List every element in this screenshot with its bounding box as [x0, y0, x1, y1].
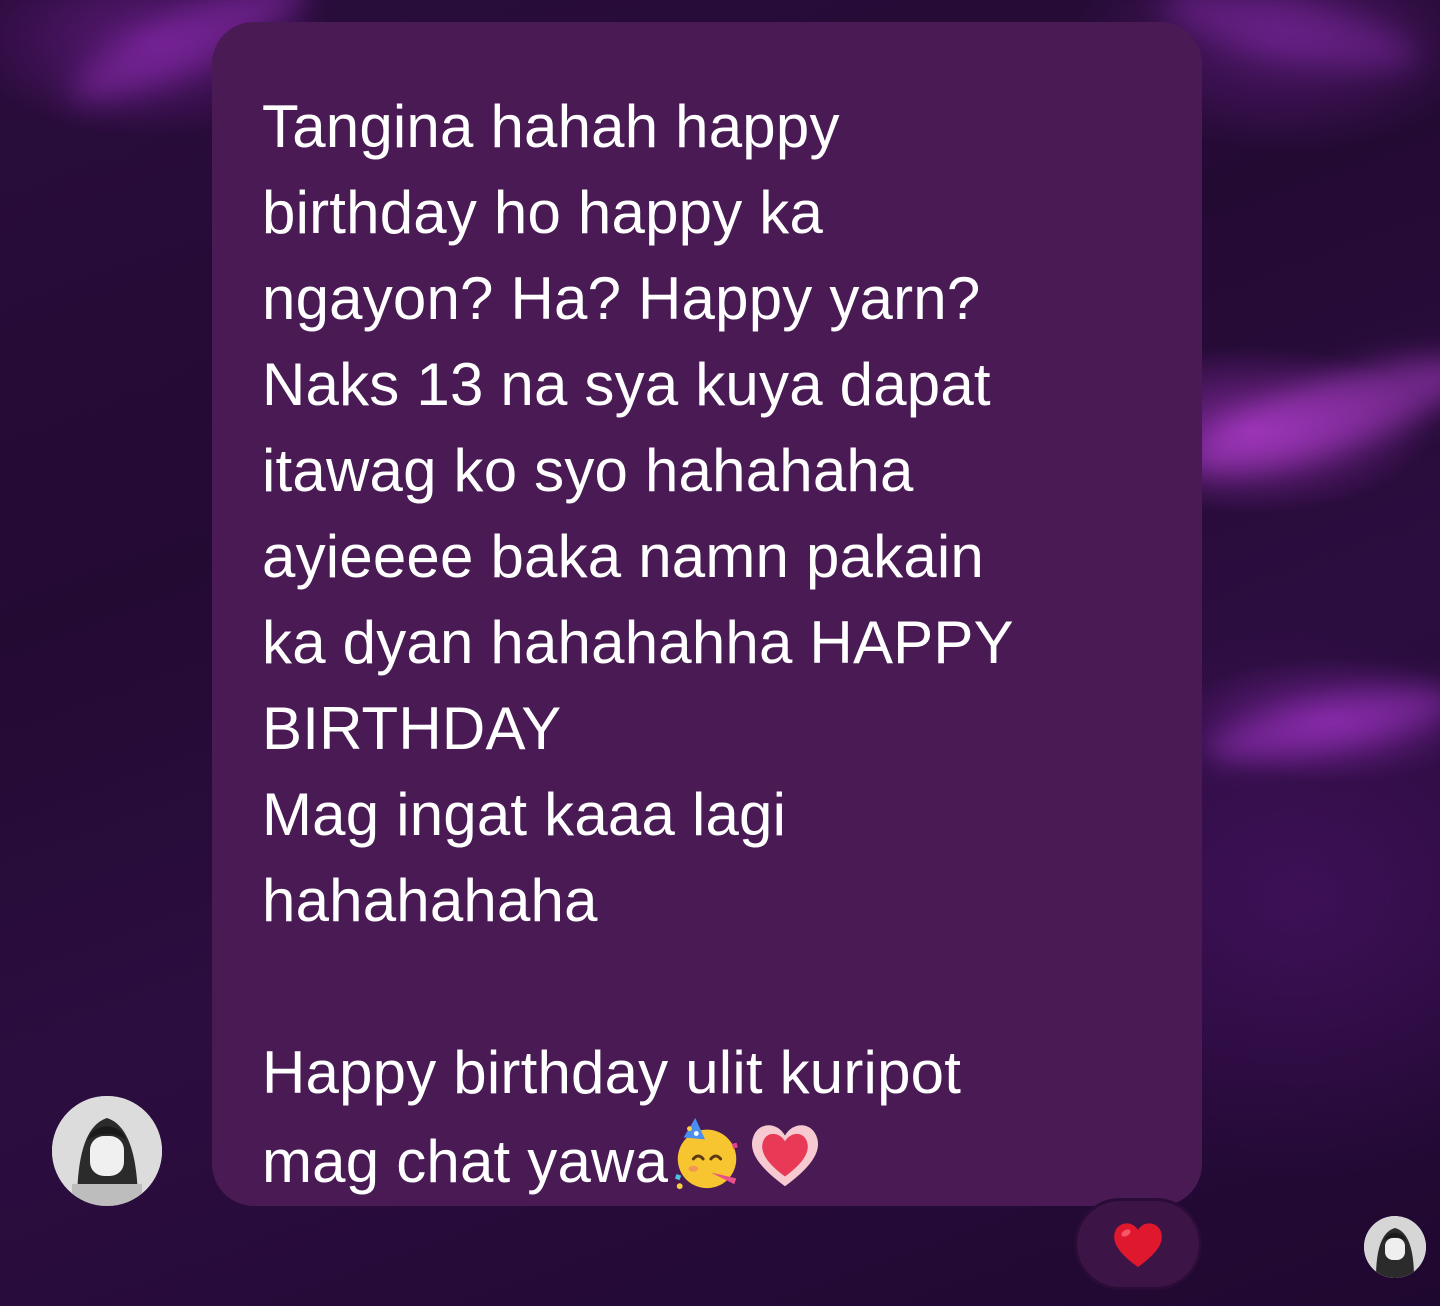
partying-face-icon — [675, 1117, 739, 1190]
red-heart-icon — [1114, 1223, 1162, 1267]
growing-heart-icon — [752, 1125, 819, 1187]
seen-avatar — [1364, 1216, 1426, 1278]
avatar-image — [52, 1096, 162, 1206]
wallpaper-streak — [1197, 673, 1440, 777]
sender-avatar[interactable] — [52, 1096, 162, 1206]
avatar-image — [1364, 1216, 1426, 1278]
reaction-pill[interactable] — [1074, 1198, 1202, 1290]
message-text: Tangina hahah happy birthday ho happy ka… — [262, 84, 1152, 1205]
wallpaper-streak — [1176, 335, 1440, 495]
message-bubble[interactable]: Tangina hahah happy birthday ho happy ka… — [212, 22, 1202, 1206]
message-body: Tangina hahah happy birthday ho happy ka… — [262, 93, 1014, 1195]
emoji-row — [668, 1117, 824, 1195]
